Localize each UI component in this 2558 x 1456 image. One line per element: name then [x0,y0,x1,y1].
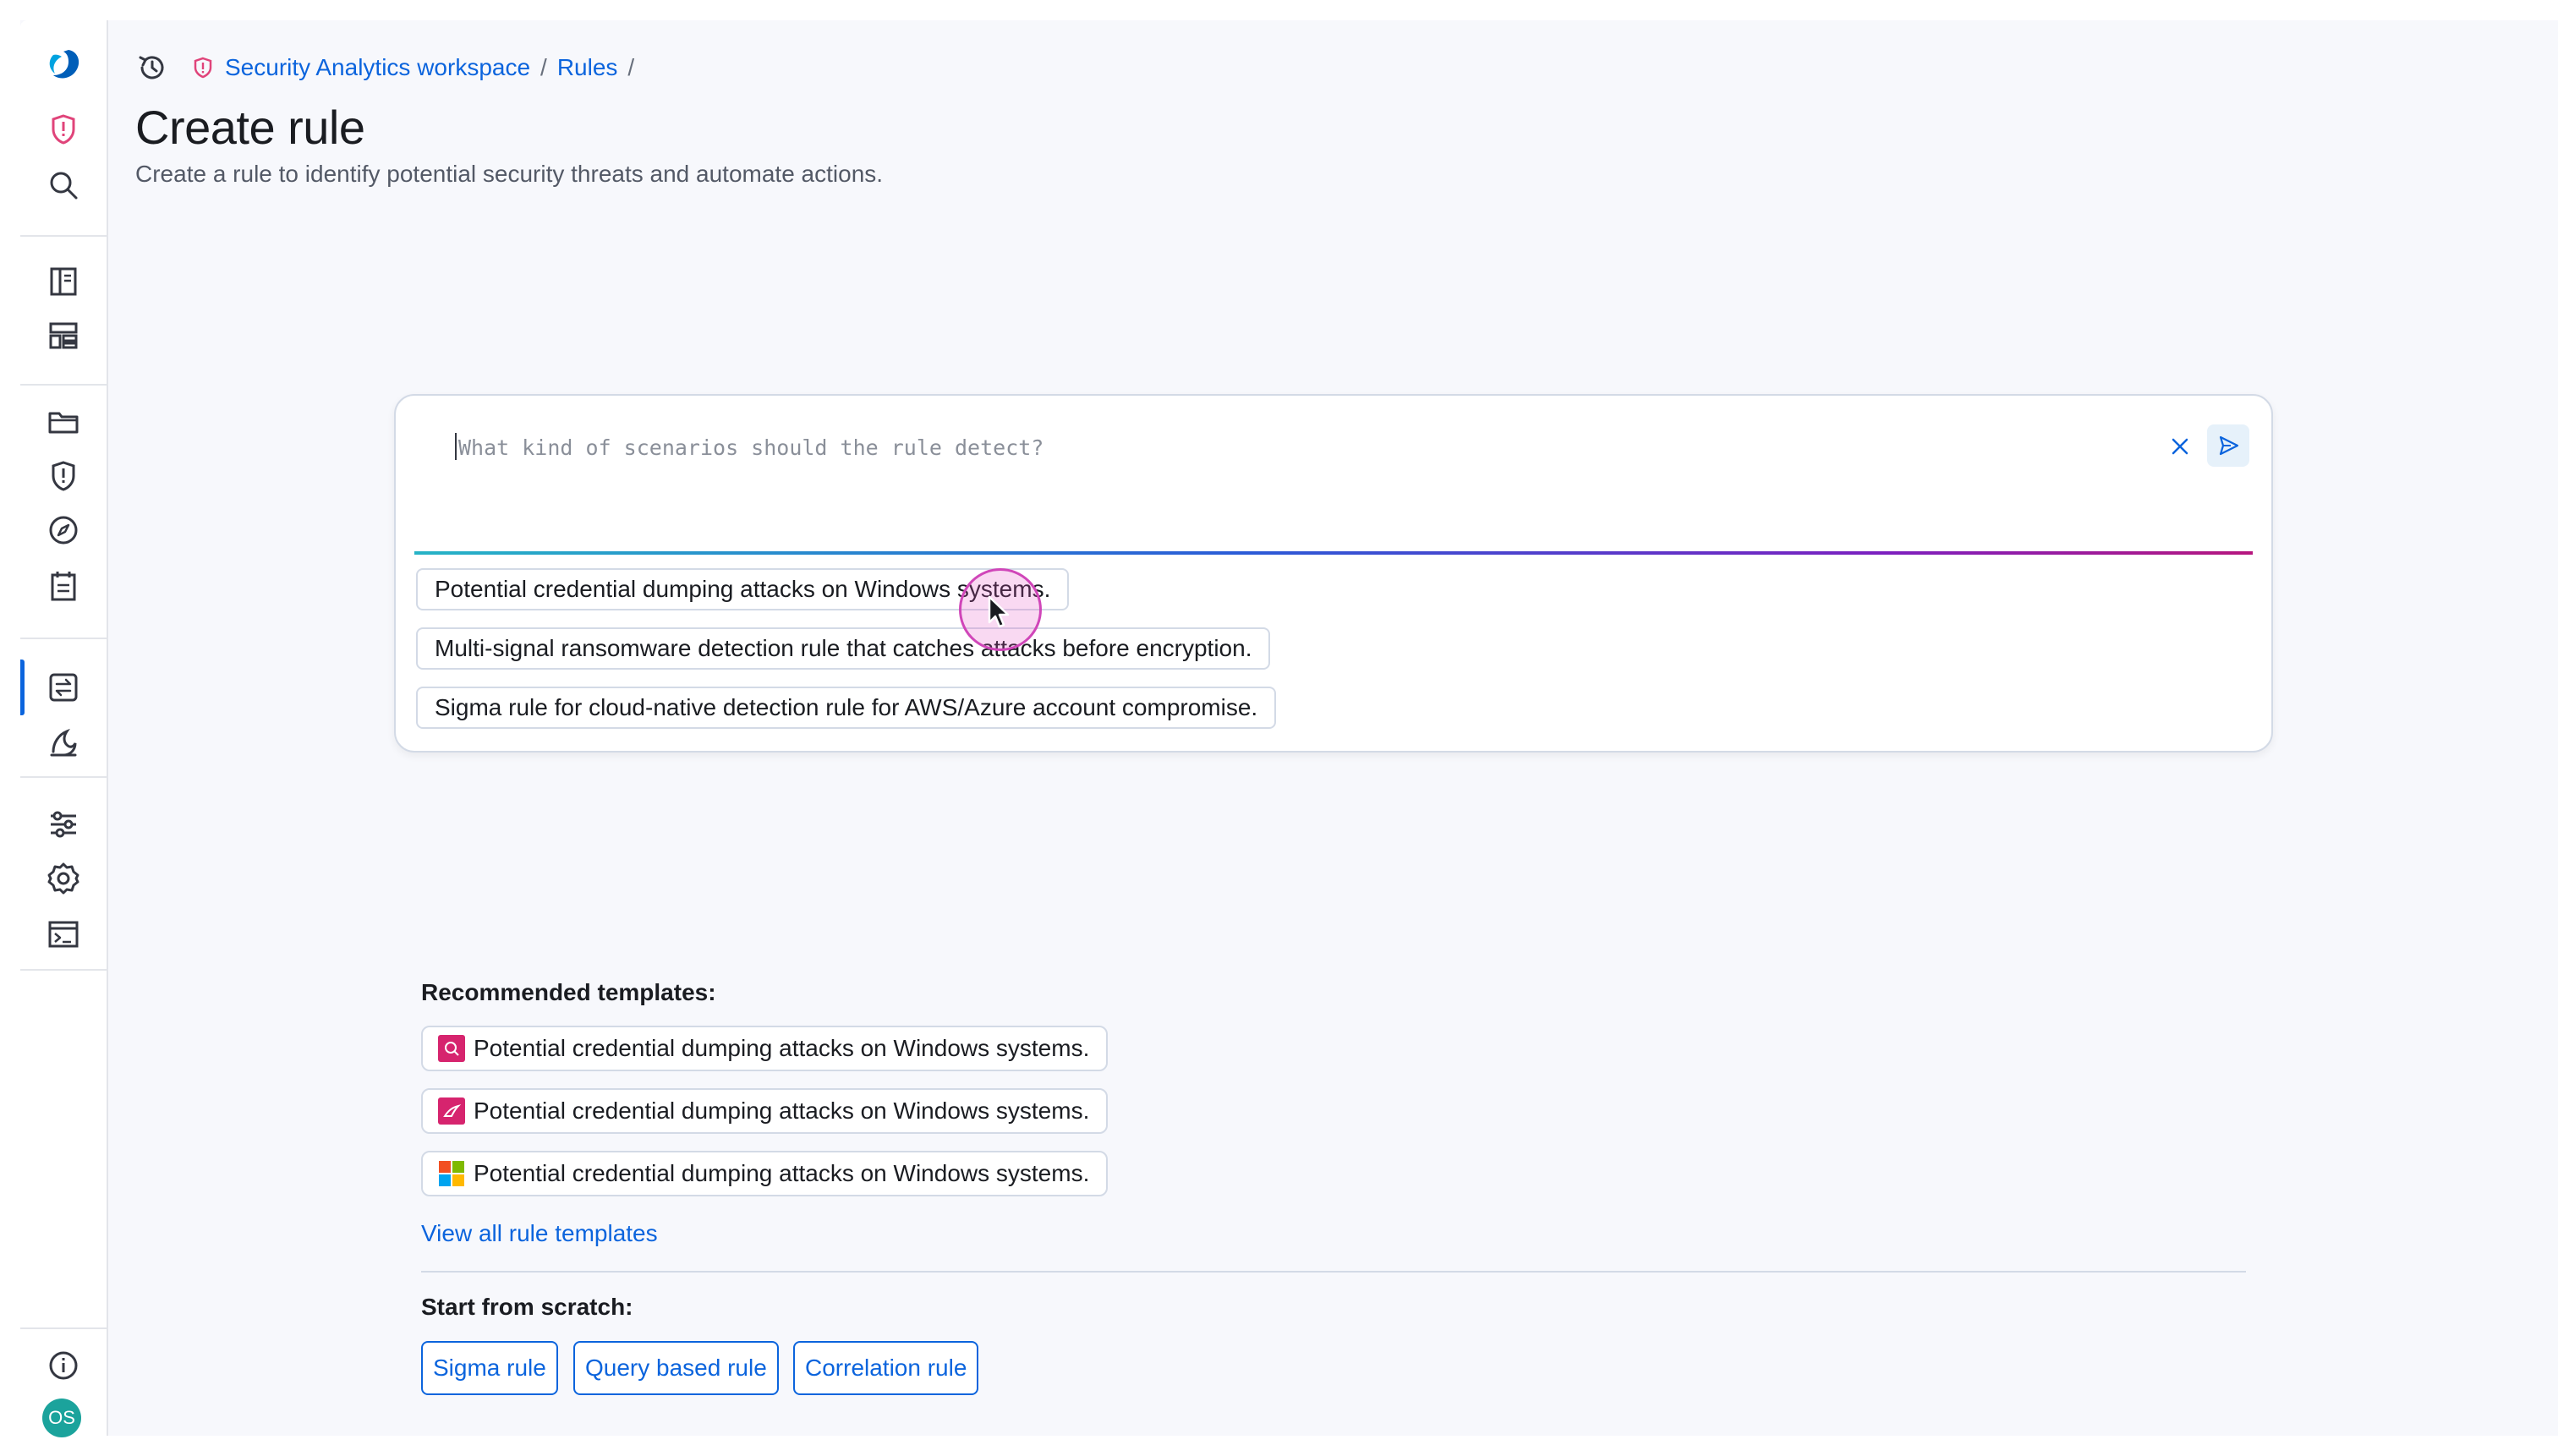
sidebar-divider [20,776,107,778]
clipboard-icon[interactable] [42,565,85,607]
mouse-pointer-icon [988,595,1010,628]
rules-transform-icon[interactable] [42,666,85,709]
section-divider [421,1271,2246,1273]
sigma-rule-button[interactable]: Sigma rule [421,1341,558,1395]
template-item[interactable]: Potential credential dumping attacks on … [421,1151,1109,1196]
suggestion-chip[interactable]: Sigma rule for cloud-native detection ru… [416,687,1277,729]
clear-input-button[interactable] [2163,430,2197,463]
page-subtitle: Create a rule to identify potential secu… [135,161,884,187]
recommended-templates-heading: Recommended templates: [421,979,716,1005]
avatar[interactable]: OS [42,1399,81,1437]
windows-logo-icon [438,1160,465,1187]
breadcrumb-rules-link[interactable]: Rules [557,54,618,81]
pink-integration-logo-icon [438,1097,465,1125]
template-item[interactable]: Potential credential dumping attacks on … [421,1088,1109,1134]
sidebar-divider [20,384,107,386]
breadcrumb-separator: / [627,54,635,80]
breadcrumb-workspace-link[interactable]: Security Analytics workspace [225,54,530,81]
send-icon [2219,435,2239,456]
threat-intel-icon[interactable] [42,720,85,763]
dev-tools-console-icon[interactable] [42,913,85,955]
rule-prompt-card: Potential credential dumping attacks on … [394,394,2273,753]
sliders-icon[interactable] [42,803,85,846]
alert-shield-icon[interactable] [42,455,85,497]
template-item[interactable]: Potential credential dumping attacks on … [421,1026,1109,1071]
history-icon[interactable] [135,51,169,85]
input-gradient-underline [414,551,2253,555]
template-label: Potential credential dumping attacks on … [474,1035,1090,1061]
view-all-templates-link[interactable]: View all rule templates [421,1220,658,1247]
query-based-rule-button[interactable]: Query based rule [573,1341,779,1395]
sidebar-divider [20,969,107,971]
sidebar-divider [20,1327,107,1329]
suggestion-chip[interactable]: Multi-signal ransomware detection rule t… [416,627,1271,670]
send-button[interactable] [2207,424,2249,467]
security-shield-icon [191,56,215,79]
breadcrumb: Security Analytics workspace / Rules / [135,49,634,86]
breadcrumb-separator: / [540,54,547,80]
discover-compass-icon[interactable] [42,509,85,551]
folder-icon[interactable] [42,401,85,443]
correlation-rule-button[interactable]: Correlation rule [793,1341,979,1395]
sidebar-divider [20,638,107,639]
close-icon [2172,438,2188,455]
settings-gear-icon[interactable] [42,857,85,900]
template-label: Potential credential dumping attacks on … [474,1097,1090,1124]
rule-scenario-input[interactable] [457,421,2067,473]
pink-integration-logo-icon [438,1035,465,1062]
template-label: Potential credential dumping attacks on … [474,1160,1090,1186]
page-title: Create rule [135,101,365,154]
security-shield-icon[interactable] [42,108,85,151]
dashboard-layout-icon[interactable] [42,315,85,357]
help-info-icon[interactable] [42,1344,85,1387]
search-icon[interactable] [42,164,85,206]
opensearch-logo-icon[interactable] [42,42,85,85]
start-from-scratch-heading: Start from scratch: [421,1294,633,1320]
side-navigation: OS [20,20,108,1437]
active-item-indicator [20,660,25,715]
notebook-icon[interactable] [42,260,85,303]
sidebar-divider [20,235,107,237]
